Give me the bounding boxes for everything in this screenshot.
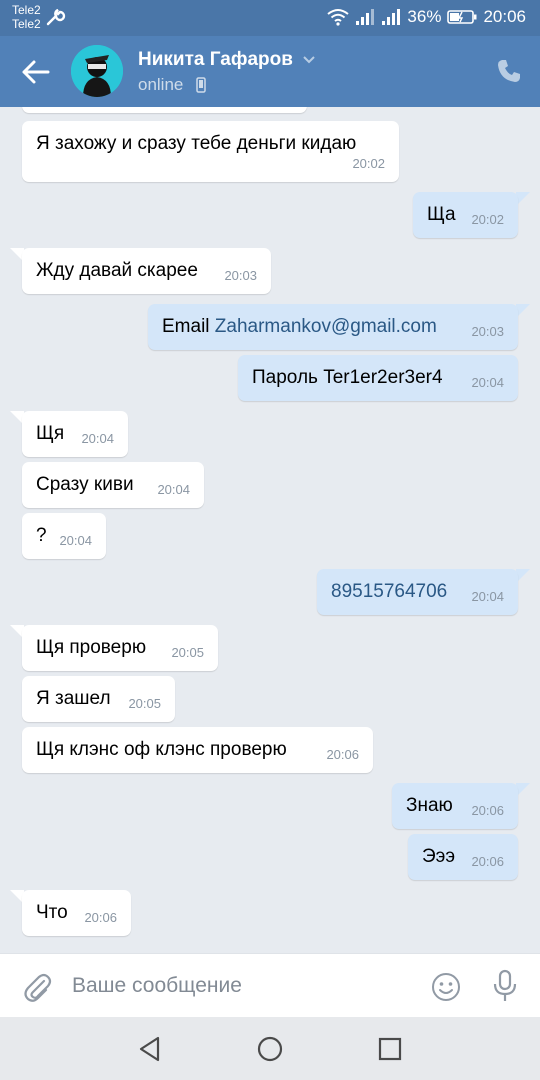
message-time: 20:02 (352, 156, 385, 171)
message-time: 20:06 (471, 854, 504, 869)
back-arrow-icon[interactable] (20, 57, 52, 87)
partial-message-bubble (22, 107, 307, 113)
emoji-icon[interactable] (431, 972, 461, 1002)
message-time: 20:05 (128, 696, 161, 711)
message-text: ? (36, 525, 47, 546)
bubble-tail (516, 783, 530, 797)
nav-home-icon[interactable] (256, 1035, 284, 1063)
nav-recents-icon[interactable] (376, 1035, 404, 1063)
microphone-icon[interactable] (492, 969, 518, 1003)
system-navigation-bar (0, 1017, 540, 1080)
message-text: Сразу киви (36, 474, 134, 495)
message-text: Щя (36, 423, 65, 444)
message-incoming[interactable]: Жду давай скарее 20:03 (22, 248, 271, 294)
carrier-2: Tele2 (12, 17, 41, 31)
signal-icon-2 (382, 9, 401, 25)
message-incoming[interactable]: Я захожу и сразу тебе деньги кидаю 20:02 (22, 121, 399, 182)
message-text: Щя клэнс оф клэнс проверю (36, 739, 287, 760)
avatar-image (71, 45, 123, 97)
bubble-tail (516, 304, 530, 318)
paperclip-icon[interactable] (22, 971, 52, 1003)
message-input[interactable] (72, 968, 402, 1004)
wifi-icon (327, 9, 350, 26)
message-outgoing[interactable]: Ща 20:02 (413, 192, 518, 238)
chat-header: Никита Гафаров online (0, 36, 540, 107)
message-time: 20:06 (84, 910, 117, 925)
clock: 20:06 (483, 7, 526, 26)
message-incoming[interactable]: Сразу киви 20:04 (22, 462, 204, 508)
message-text: Знаю (406, 795, 453, 816)
message-text: Ща (427, 204, 456, 225)
nav-back-icon[interactable] (136, 1035, 164, 1063)
carrier-labels: Tele2 Tele2 (12, 3, 41, 31)
message-outgoing[interactable]: Знаю 20:06 (392, 783, 518, 829)
avatar[interactable] (71, 45, 123, 97)
message-list[interactable]: Я захожу и сразу тебе деньги кидаю 20:02… (0, 107, 540, 953)
chevron-down-icon[interactable] (302, 55, 316, 65)
bubble-tail (516, 192, 530, 206)
message-text: Что (36, 902, 68, 923)
message-text: Пароль Ter1er2er3er4 (252, 367, 443, 388)
message-text: Щя проверю (36, 637, 147, 658)
message-time: 20:03 (224, 268, 257, 283)
message-outgoing[interactable]: Эээ 20:06 (408, 834, 518, 880)
message-outgoing[interactable]: Пароль Ter1er2er3er4 20:04 (238, 355, 518, 401)
battery-percent: 36% (407, 7, 442, 26)
status-bar: Tele2 Tele2 36% 20:06 (0, 0, 540, 36)
call-icon[interactable] (496, 58, 522, 84)
message-time: 20:06 (326, 747, 359, 762)
battery-icon (447, 10, 477, 24)
message-time: 20:04 (157, 482, 190, 497)
online-status: online (138, 75, 184, 94)
message-time: 20:04 (471, 589, 504, 604)
message-incoming[interactable]: Я зашел 20:05 (22, 676, 175, 722)
message-text: Жду давай скарее (36, 260, 198, 281)
message-incoming[interactable]: Что 20:06 (22, 890, 131, 936)
mobile-device-icon (196, 77, 206, 93)
message-text: Эээ (422, 846, 456, 867)
message-time: 20:04 (59, 533, 92, 548)
email-link[interactable]: Zaharmankov@gmail.com (215, 316, 437, 337)
message-time: 20:03 (471, 324, 504, 339)
message-text: Я захожу и сразу тебе деньги кидаю (36, 133, 357, 154)
message-incoming[interactable]: ? 20:04 (22, 513, 106, 559)
message-time: 20:02 (471, 212, 504, 227)
message-incoming[interactable]: Щя проверю 20:05 (22, 625, 218, 671)
message-time: 20:05 (171, 645, 204, 660)
wrench-icon (46, 8, 66, 26)
message-text: Я зашел (36, 688, 111, 709)
phone-number-link[interactable]: 89515764706 (331, 581, 447, 603)
message-composer (0, 953, 540, 1017)
message-incoming[interactable]: Щя 20:04 (22, 411, 128, 457)
message-time: 20:06 (471, 803, 504, 818)
bubble-tail (516, 569, 530, 583)
carrier-1: Tele2 (12, 3, 41, 17)
message-incoming[interactable]: Щя клэнс оф клэнс проверю 20:06 (22, 727, 373, 773)
message-outgoing[interactable]: Email Zaharmankov@gmail.com 20:03 (148, 304, 518, 350)
message-outgoing[interactable]: 89515764706 20:04 (317, 569, 518, 615)
message-time: 20:04 (81, 431, 114, 446)
contact-name[interactable]: Никита Гафаров (138, 49, 293, 71)
signal-icon-1 (356, 9, 375, 25)
message-time: 20:04 (471, 375, 504, 390)
message-text: Email (162, 316, 215, 337)
